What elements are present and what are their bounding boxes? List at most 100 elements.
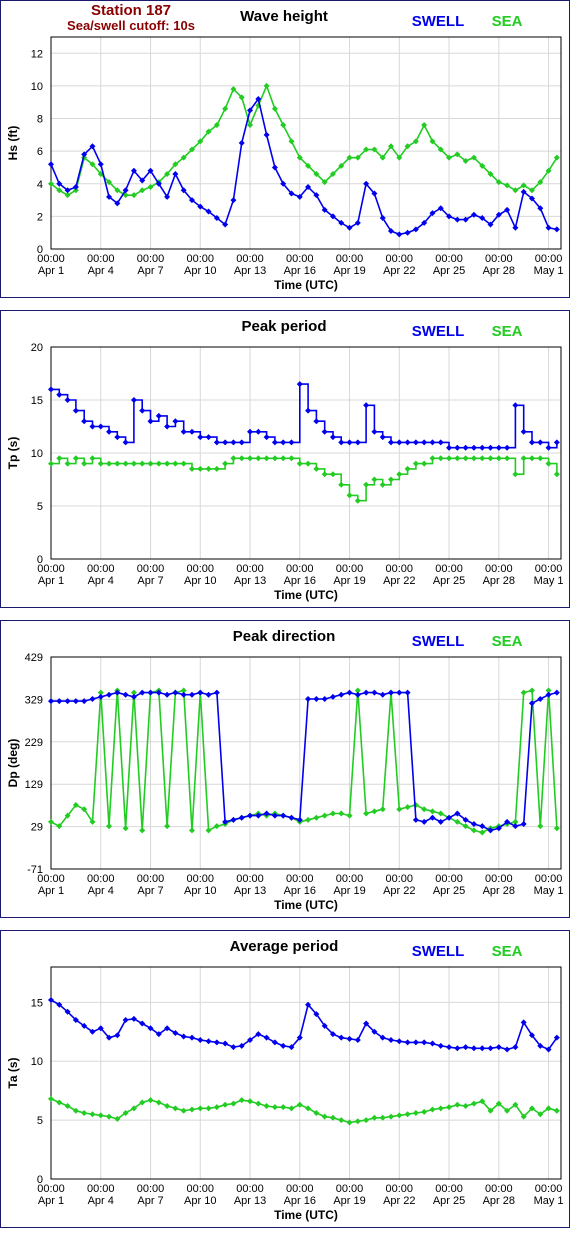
plot-area xyxy=(51,657,561,869)
legend-sea: SEA xyxy=(492,13,523,30)
x-tick-date: Apr 28 xyxy=(483,885,515,897)
x-tick-date: Apr 19 xyxy=(333,885,365,897)
x-tick-date: Apr 10 xyxy=(184,265,216,277)
x-tick-time: 00:00 xyxy=(187,1183,215,1195)
x-tick-time: 00:00 xyxy=(485,873,513,885)
x-tick-date: Apr 16 xyxy=(284,1195,316,1207)
x-tick-date: Apr 25 xyxy=(433,575,465,587)
x-tick-time: 00:00 xyxy=(137,873,165,885)
x-tick-date: May 1 xyxy=(534,885,564,897)
y-tick-label: 129 xyxy=(25,779,43,791)
x-tick-time: 00:00 xyxy=(386,563,414,575)
x-tick-time: 00:00 xyxy=(137,1183,165,1195)
x-tick-time: 00:00 xyxy=(137,563,165,575)
y-tick-label: 5 xyxy=(37,1115,43,1127)
x-tick-time: 00:00 xyxy=(37,253,65,265)
x-tick-time: 00:00 xyxy=(435,563,463,575)
x-tick-date: Apr 22 xyxy=(383,575,415,587)
x-tick-time: 00:00 xyxy=(535,253,563,265)
x-tick-date: Apr 4 xyxy=(88,885,114,897)
y-tick-label: 429 xyxy=(25,652,43,664)
x-tick-time: 00:00 xyxy=(336,563,364,575)
x-tick-time: 00:00 xyxy=(37,1183,65,1195)
wave-height-chart: 02468101200:00Apr 100:00Apr 400:00Apr 70… xyxy=(6,8,564,292)
x-tick-date: Apr 1 xyxy=(38,575,64,587)
cutoff-label: Sea/swell cutoff: 10s xyxy=(67,18,195,33)
x-tick-time: 00:00 xyxy=(485,1183,513,1195)
x-tick-time: 00:00 xyxy=(485,253,513,265)
station-label: Station 187 Sea/swell cutoff: 10s xyxy=(51,3,211,33)
x-tick-date: Apr 1 xyxy=(38,265,64,277)
x-tick-date: Apr 10 xyxy=(184,885,216,897)
x-tick-time: 00:00 xyxy=(187,873,215,885)
x-axis-label: Time (UTC) xyxy=(274,1208,338,1222)
x-tick-time: 00:00 xyxy=(336,1183,364,1195)
x-tick-date: Apr 16 xyxy=(284,265,316,277)
wave-height-panel: 0 2 4 6 8 10 12 00:00 Apr 1 00:00 Apr 4 00:00 Apr 70… xyxy=(0,0,570,298)
chart-title: Average period xyxy=(230,938,339,955)
y-axis-label: Hs (ft) xyxy=(6,126,20,161)
x-tick-time: 00:00 xyxy=(535,563,563,575)
x-tick-date: May 1 xyxy=(534,575,564,587)
average-period-chart: 05101500:00Apr 100:00Apr 400:00Apr 700:0… xyxy=(6,938,564,1222)
x-tick-time: 00:00 xyxy=(435,1183,463,1195)
x-tick-time: 00:00 xyxy=(87,873,115,885)
x-tick-time: 00:00 xyxy=(286,253,314,265)
x-tick-date: Apr 19 xyxy=(333,1195,365,1207)
x-tick-time: 00:00 xyxy=(286,563,314,575)
x-tick-date: Apr 25 xyxy=(433,1195,465,1207)
legend-sea: SEA xyxy=(492,633,523,650)
x-tick-time: 00:00 xyxy=(87,1183,115,1195)
x-tick-date: Apr 25 xyxy=(433,885,465,897)
x-tick-time: 00:00 xyxy=(535,1183,563,1195)
x-tick-date: Apr 28 xyxy=(483,1195,515,1207)
x-tick-time: 00:00 xyxy=(187,563,215,575)
x-tick-time: 00:00 xyxy=(386,873,414,885)
x-tick-date: Apr 28 xyxy=(483,265,515,277)
legend-swell: SWELL xyxy=(412,323,465,340)
x-tick-date: Apr 13 xyxy=(234,1195,266,1207)
x-tick-date: Apr 22 xyxy=(383,265,415,277)
legend-swell: SWELL xyxy=(412,633,465,650)
x-tick-date: Apr 19 xyxy=(333,575,365,587)
y-tick-label: 10 xyxy=(31,1056,43,1068)
legend-sea: SEA xyxy=(492,323,523,340)
x-tick-time: 00:00 xyxy=(236,1183,264,1195)
peak-direction-chart: -712912922932942900:00Apr 100:00Apr 400:… xyxy=(6,628,564,912)
x-tick-date: Apr 1 xyxy=(38,1195,64,1207)
y-tick-label: 8 xyxy=(37,114,43,126)
x-tick-time: 00:00 xyxy=(87,253,115,265)
x-tick-date: May 1 xyxy=(534,265,564,277)
y-tick-label: 12 xyxy=(31,48,43,60)
x-tick-date: Apr 22 xyxy=(383,1195,415,1207)
x-tick-time: 00:00 xyxy=(87,563,115,575)
x-tick-date: Apr 16 xyxy=(284,885,316,897)
y-tick-label: 229 xyxy=(25,737,43,749)
y-tick-label: 15 xyxy=(31,395,43,407)
legend-sea: SEA xyxy=(492,943,523,960)
x-tick-time: 00:00 xyxy=(286,1183,314,1195)
x-tick-time: 00:00 xyxy=(435,873,463,885)
y-tick-label: 15 xyxy=(31,997,43,1009)
x-tick-time: 00:00 xyxy=(485,563,513,575)
x-tick-date: Apr 13 xyxy=(234,265,266,277)
chart-title: Wave height xyxy=(240,8,328,25)
y-tick-label: 5 xyxy=(37,501,43,513)
x-axis-label: Time (UTC) xyxy=(274,278,338,292)
y-axis-label: Dp (deg) xyxy=(6,739,20,788)
y-tick-label: 29 xyxy=(31,822,43,834)
x-tick-time: 00:00 xyxy=(37,873,65,885)
x-tick-time: 00:00 xyxy=(137,253,165,265)
station-name: Station 187 xyxy=(90,2,172,19)
plot-area xyxy=(51,37,561,249)
x-tick-time: 00:00 xyxy=(386,1183,414,1195)
y-tick-label: 4 xyxy=(37,179,43,191)
x-tick-time: 00:00 xyxy=(236,563,264,575)
chart-title: Peak period xyxy=(241,318,326,335)
x-tick-date: Apr 7 xyxy=(137,575,163,587)
x-axis-label: Time (UTC) xyxy=(274,588,338,602)
y-axis-label: Tp (s) xyxy=(6,437,20,470)
x-tick-date: Apr 10 xyxy=(184,1195,216,1207)
x-tick-date: Apr 7 xyxy=(137,1195,163,1207)
x-tick-time: 00:00 xyxy=(236,253,264,265)
